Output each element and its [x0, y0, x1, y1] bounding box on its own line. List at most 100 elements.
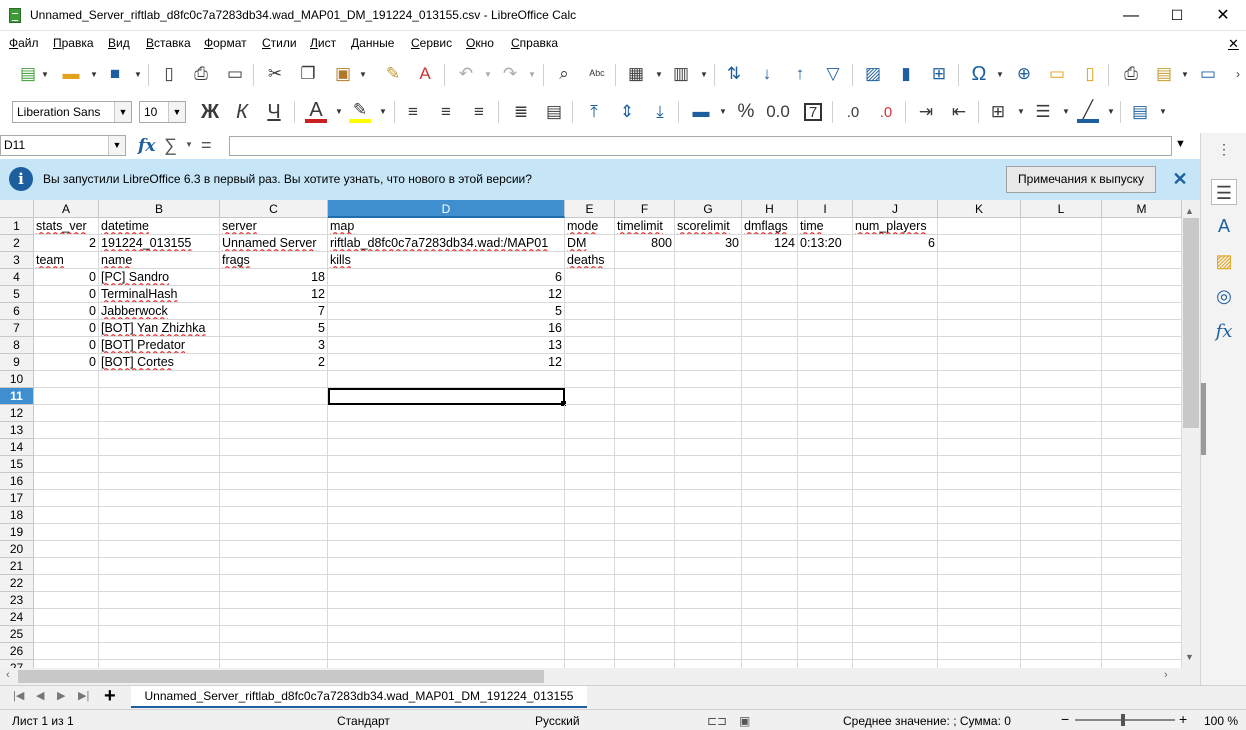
cell[interactable] [565, 592, 615, 609]
cell[interactable] [938, 286, 1021, 303]
cell[interactable]: 124 [742, 235, 798, 252]
cell[interactable] [34, 405, 99, 422]
cell[interactable] [328, 473, 565, 490]
column-header-a[interactable]: A [34, 200, 99, 218]
cell[interactable] [675, 371, 742, 388]
cell[interactable]: 3 [220, 337, 328, 354]
cell[interactable]: 800 [615, 235, 675, 252]
cell[interactable] [220, 422, 328, 439]
chevron-down-icon[interactable]: ▼ [114, 102, 131, 122]
cell[interactable] [328, 609, 565, 626]
cell[interactable] [742, 490, 798, 507]
cell[interactable] [742, 456, 798, 473]
cell[interactable] [853, 558, 938, 575]
cell[interactable]: stats_ver [34, 218, 99, 235]
cell[interactable]: name [99, 252, 220, 269]
cell[interactable] [938, 439, 1021, 456]
cell[interactable] [565, 388, 615, 405]
scroll-left-icon[interactable]: ‹ [6, 669, 10, 681]
vertical-scrollbar[interactable]: ▲ ▼ [1182, 200, 1200, 668]
cell[interactable] [853, 660, 938, 668]
insert-chart-icon[interactable]: ▮ [895, 63, 917, 85]
print-icon[interactable]: ⎙ [190, 63, 212, 85]
cell[interactable] [1021, 575, 1102, 592]
cell[interactable] [615, 388, 675, 405]
cell[interactable] [742, 269, 798, 286]
cell[interactable]: 16 [328, 320, 565, 337]
cell[interactable] [1102, 337, 1182, 354]
maximize-button[interactable]: ☐ [1154, 0, 1200, 31]
sidebar-menu-icon[interactable]: ⋮ [1211, 136, 1237, 162]
cell[interactable]: dmflags [742, 218, 798, 235]
pivot-table-icon[interactable]: ⊞ [928, 63, 950, 85]
cell[interactable] [853, 388, 938, 405]
cell[interactable] [565, 269, 615, 286]
cell[interactable] [615, 473, 675, 490]
cell[interactable] [34, 541, 99, 558]
cell[interactable]: 0 [34, 269, 99, 286]
cell[interactable] [1021, 320, 1102, 337]
clear-formatting-icon[interactable]: A [414, 63, 436, 85]
cell[interactable] [853, 473, 938, 490]
row-header[interactable]: 1 [0, 218, 34, 235]
first-sheet-icon[interactable]: |◀ [13, 689, 24, 702]
name-box[interactable]: D11 ▼ [0, 135, 126, 156]
redo-icon[interactable]: ↷ [499, 63, 521, 85]
properties-icon[interactable]: ☰ [1211, 179, 1237, 205]
bold-button[interactable]: Ж [199, 101, 221, 123]
cell[interactable] [34, 507, 99, 524]
cell[interactable] [328, 643, 565, 660]
cell[interactable] [99, 643, 220, 660]
row-header[interactable]: 15 [0, 456, 34, 473]
copy-icon[interactable]: ❐ [297, 63, 319, 85]
cell[interactable] [220, 660, 328, 668]
cell[interactable] [798, 558, 853, 575]
cell[interactable] [1102, 541, 1182, 558]
cell[interactable] [99, 456, 220, 473]
cell[interactable]: 6 [328, 269, 565, 286]
cell[interactable]: 0 [34, 320, 99, 337]
cell[interactable]: 0 [34, 337, 99, 354]
open-folder-icon[interactable]: ▬ [60, 63, 82, 85]
column-header-b[interactable]: B [99, 200, 220, 218]
cell[interactable] [99, 575, 220, 592]
cell[interactable] [742, 524, 798, 541]
cell[interactable]: 13 [328, 337, 565, 354]
selection-mode-icon[interactable]: ⊏⊐ [707, 714, 727, 728]
cell[interactable] [1102, 371, 1182, 388]
column-header-k[interactable]: K [938, 200, 1021, 218]
paste-icon[interactable]: ▣ [332, 63, 354, 85]
cell[interactable]: kills [328, 252, 565, 269]
cell[interactable]: 18 [220, 269, 328, 286]
cell[interactable] [34, 422, 99, 439]
spelling-icon[interactable]: ᴬᵇᶜ [586, 63, 608, 85]
cell[interactable]: [PC] Sandro [99, 269, 220, 286]
cell[interactable] [798, 439, 853, 456]
cell[interactable] [99, 524, 220, 541]
cell[interactable] [938, 354, 1021, 371]
close-infobar-icon[interactable]: ✕ [1170, 168, 1190, 190]
date-format-icon[interactable]: 7 [804, 103, 822, 121]
cell[interactable] [853, 575, 938, 592]
cell[interactable] [565, 660, 615, 668]
cell[interactable] [798, 422, 853, 439]
cell[interactable] [34, 456, 99, 473]
cell[interactable]: team [34, 252, 99, 269]
cell[interactable] [565, 405, 615, 422]
cell[interactable] [328, 592, 565, 609]
cell[interactable]: 2 [34, 235, 99, 252]
cell[interactable]: [BOT] Yan Zhizhka [99, 320, 220, 337]
column-header-e[interactable]: E [565, 200, 615, 218]
cell[interactable] [220, 524, 328, 541]
cell[interactable] [220, 473, 328, 490]
cell[interactable] [675, 507, 742, 524]
row-header[interactable]: 22 [0, 575, 34, 592]
cell[interactable] [220, 507, 328, 524]
cell[interactable] [742, 388, 798, 405]
row-header[interactable]: 21 [0, 558, 34, 575]
cell[interactable] [675, 592, 742, 609]
sidebar-collapse-handle[interactable] [1201, 383, 1206, 455]
cell[interactable] [675, 575, 742, 592]
cell[interactable] [675, 286, 742, 303]
cell[interactable] [1021, 592, 1102, 609]
